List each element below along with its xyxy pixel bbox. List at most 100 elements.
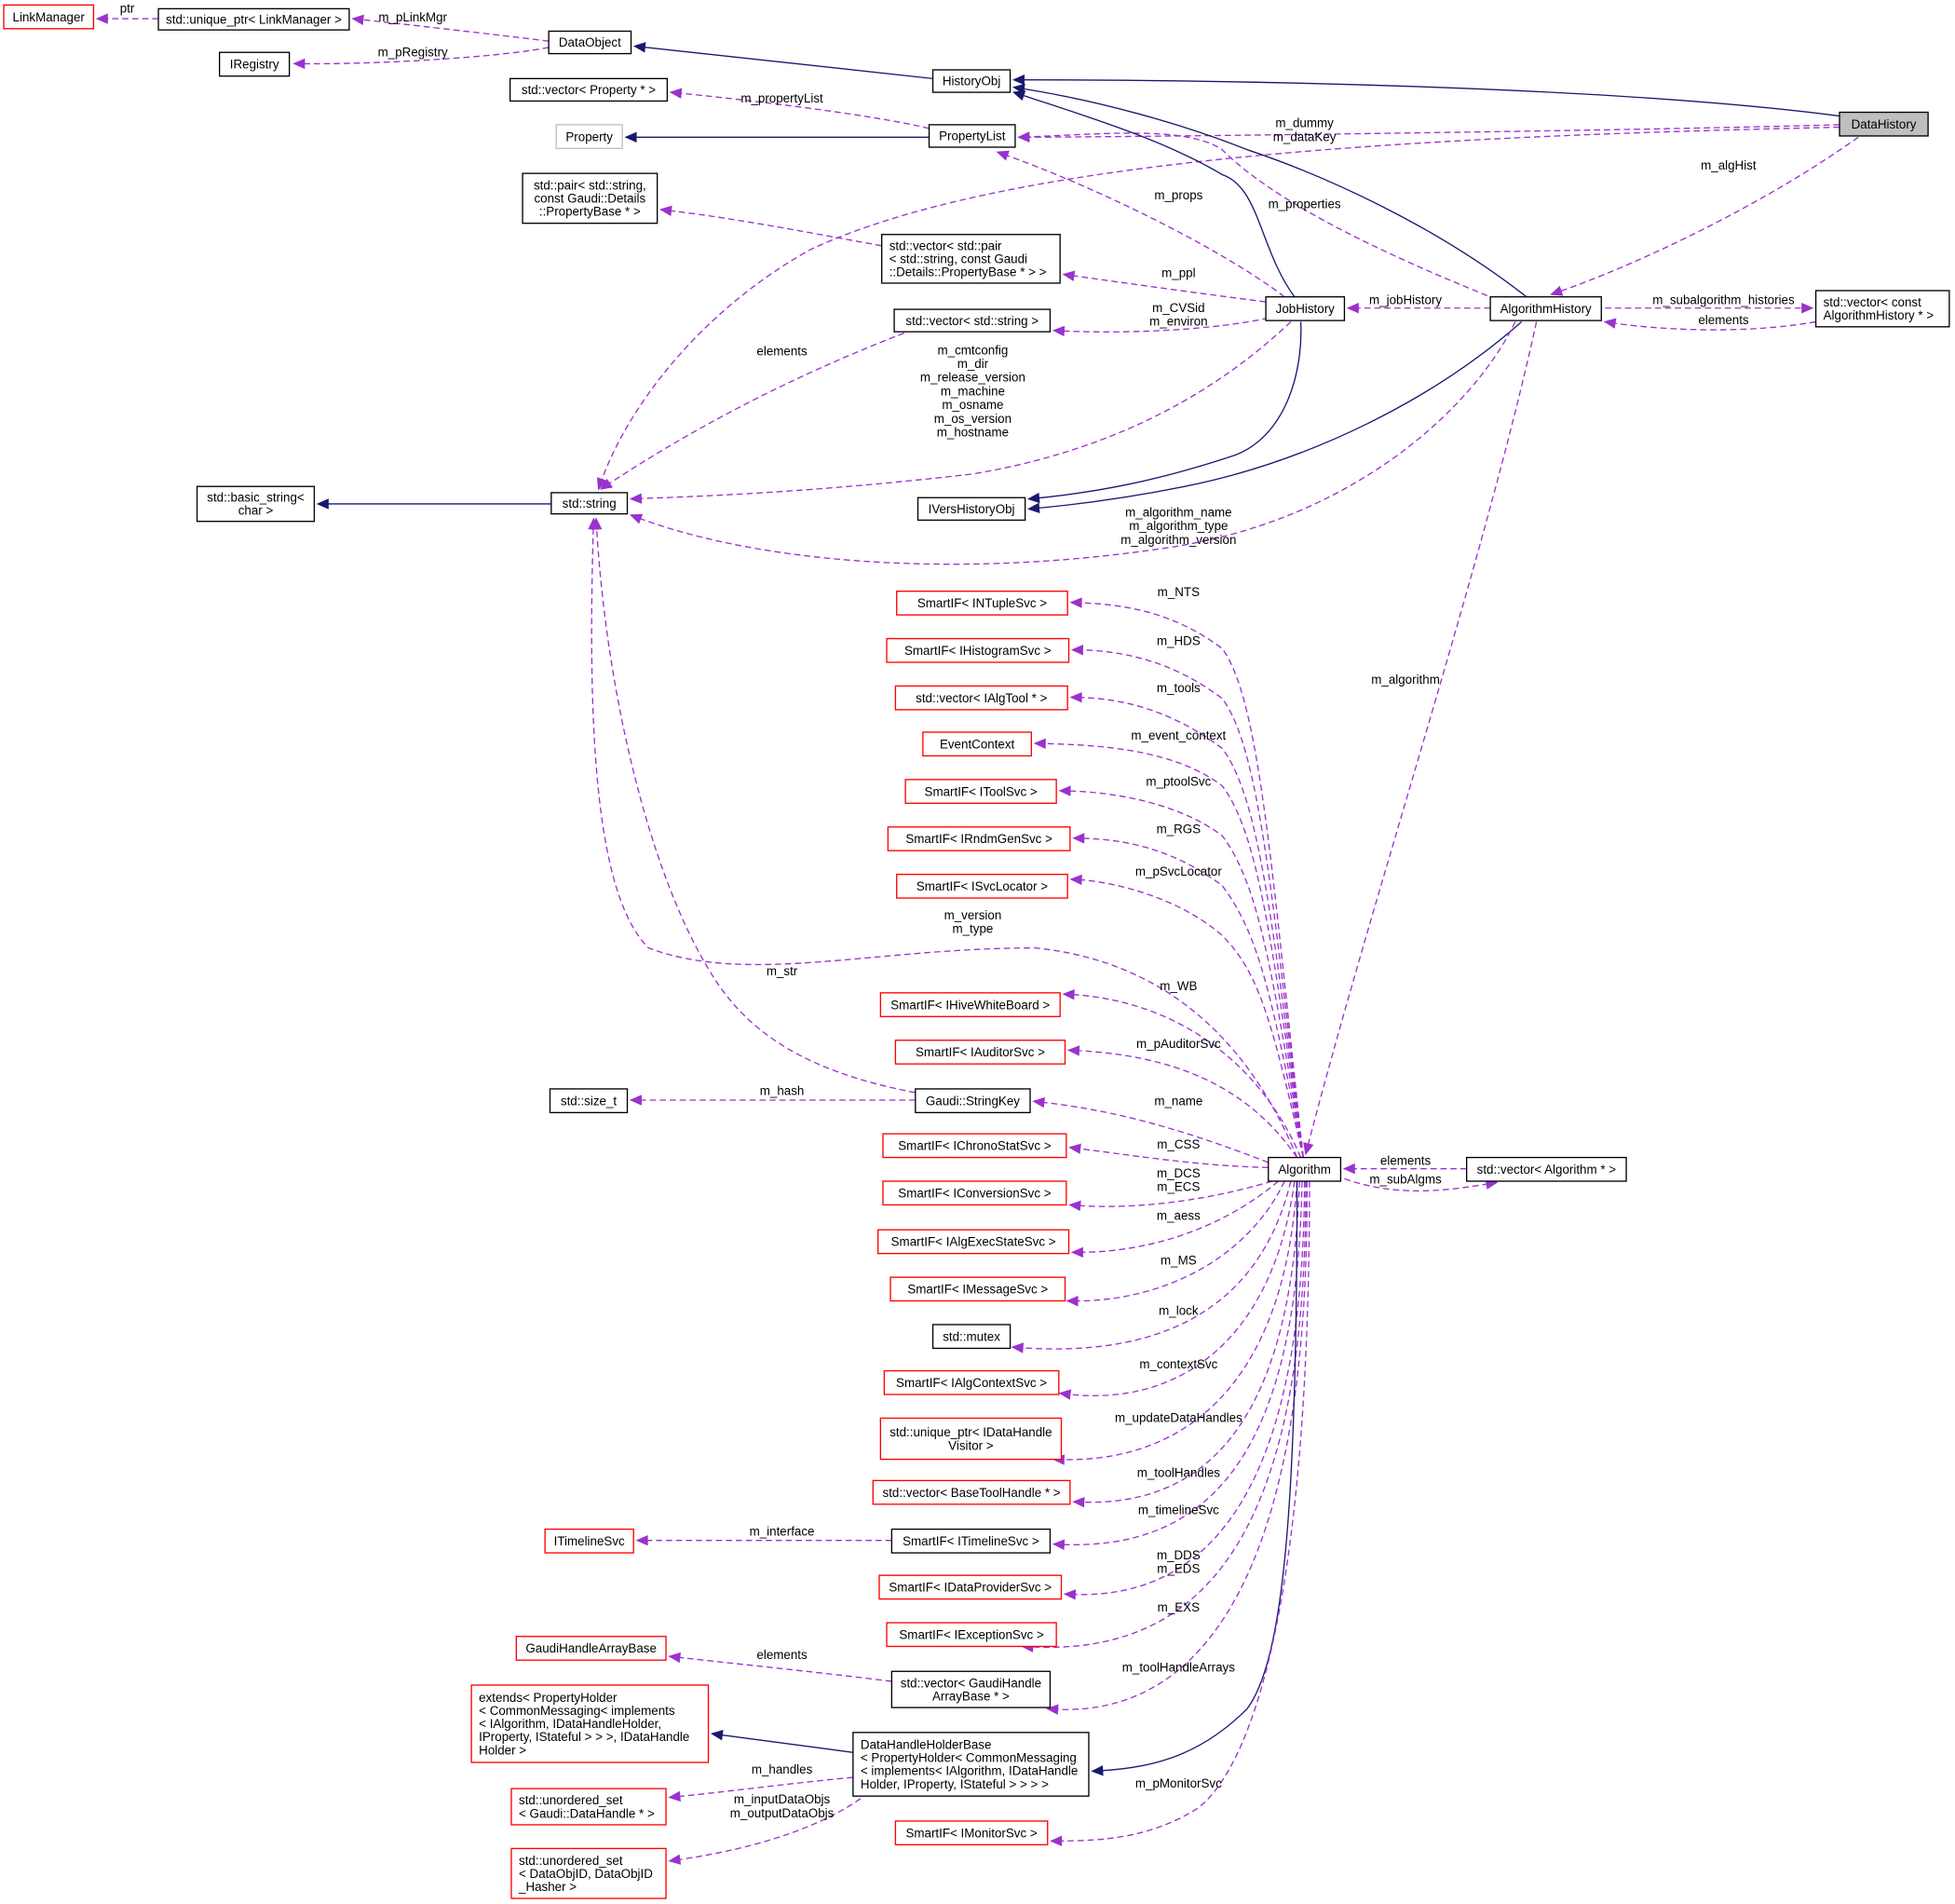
class-node-label: SmartIF< ITimelineSvc > [903, 1534, 1039, 1548]
edge-label-line: m_pAuditorSvc [1136, 1037, 1221, 1051]
class-node-vec-string[interactable]: std::vector< std::string > [893, 308, 1052, 333]
class-node-link-manager[interactable]: LinkManager [3, 4, 95, 30]
class-node-isvc-locator[interactable]: SmartIF< ISvcLocator > [896, 873, 1068, 899]
class-node-std-string[interactable]: std::string [550, 492, 629, 515]
class-node-vec-property[interactable]: std::vector< Property * > [509, 77, 669, 102]
class-node-data-history[interactable]: DataHistory [1839, 111, 1929, 137]
class-node-pair-string[interactable]: std::pair< std::string,const Gaudi::Deta… [522, 172, 658, 224]
inheritance-edge-extends-holder-57-arrowhead [710, 1730, 724, 1741]
class-node-ialg-exec-state-svc[interactable]: SmartIF< IAlgExecStateSvc > [876, 1229, 1070, 1255]
edge-label-line: m_environ [1149, 314, 1207, 328]
edge-label-line: m_tools [1157, 681, 1201, 695]
class-node-imessage-svc[interactable]: SmartIF< IMessageSvc > [889, 1276, 1066, 1302]
member-edge-algorithm-41-arrowhead [1342, 1163, 1355, 1175]
class-node-property-list[interactable]: PropertyList [928, 124, 1016, 148]
member-edge-itool-svc-31-arrowhead [1058, 785, 1071, 796]
class-node-label: SmartIF< ISvcLocator > [916, 879, 1048, 893]
member-edge-vec-property-5-arrowhead [669, 88, 683, 99]
edge-label-elements-alghist: elements [1698, 313, 1749, 327]
class-node-data-handle-holder-base[interactable]: DataHandleHolderBase< PropertyHolder< Co… [852, 1732, 1090, 1797]
class-node-itimeline-svc[interactable]: SmartIF< ITimelineSvc > [890, 1528, 1052, 1554]
class-node-label: AlgorithmHistory [1500, 302, 1592, 316]
member-edge-iauditor-svc-37-arrowhead [1066, 1045, 1080, 1056]
class-node-vec-alg-hist[interactable]: std::vector< constAlgorithmHistory * > [1814, 290, 1950, 328]
class-node-vec-gaudi-handle[interactable]: std::vector< GaudiHandleArrayBase * > [890, 1670, 1052, 1708]
edge-label-m-ms: m_MS [1161, 1254, 1197, 1268]
member-edge-algorithm-history-19-arrowhead [1603, 318, 1617, 329]
class-node-data-object[interactable]: DataObject [548, 30, 632, 55]
class-node-vec-algorithm[interactable]: std::vector< Algorithm * > [1465, 1156, 1627, 1182]
class-node-label: std::vector< std::string > [905, 314, 1039, 328]
class-node-event-context[interactable]: EventContext [922, 731, 1033, 757]
class-node-basic-string[interactable]: std::basic_string<char > [196, 485, 316, 523]
edge-label-line: m_NTS [1158, 585, 1200, 599]
member-edge-idata-provider-svc-52 [1065, 1181, 1306, 1596]
class-node-vec-pair[interactable]: std::vector< std::pair< std::string, con… [881, 234, 1061, 284]
member-edge-algorithm-history-9-arrowhead [1550, 285, 1564, 296]
class-node-ivers-history-obj[interactable]: IVersHistoryObj [916, 496, 1026, 522]
edge-label-line: m_dummy [1275, 116, 1334, 130]
class-node-itimeline-svc-raw[interactable]: ITimelineSvc [544, 1528, 634, 1554]
edge-label-line: m_type [952, 922, 993, 936]
edge-label-m-rgs: m_RGS [1157, 822, 1202, 836]
class-node-intuple-svc[interactable]: SmartIF< INTupleSvc > [896, 591, 1068, 616]
class-node-job-history[interactable]: JobHistory [1265, 296, 1346, 321]
edge-label-line: elements [1698, 313, 1749, 327]
inheritance-edge-history-obj-4-arrowhead [1011, 74, 1025, 86]
member-edge-imonitor-svc-60-arrowhead [1050, 1835, 1063, 1847]
class-node-label: SmartIF< IRndmGenSvc > [905, 832, 1052, 846]
class-node-ialg-context-svc[interactable]: SmartIF< IAlgContextSvc > [883, 1369, 1060, 1395]
class-node-algorithm-history[interactable]: AlgorithmHistory [1489, 296, 1602, 321]
class-node-uset2[interactable]: std::unordered_set< DataObjID, DataObjID… [510, 1847, 667, 1899]
class-node-string-key[interactable]: Gaudi::StringKey [915, 1088, 1031, 1114]
member-edge-vec-base-tool-handle-49 [1073, 1181, 1300, 1503]
edge-label-m-job-history: m_jobHistory [1369, 293, 1442, 307]
class-node-label: < PropertyHolder< CommonMessaging [861, 1751, 1077, 1765]
class-node-idata-provider-svc[interactable]: SmartIF< IDataProviderSvc > [878, 1574, 1063, 1600]
edge-label-m-property-list: m_propertyList [740, 91, 823, 105]
edge-label-elements-vecstring: elements [756, 345, 808, 359]
edge-label-line: m_hash [760, 1084, 805, 1098]
class-node-size-t[interactable]: std::size_t [549, 1088, 629, 1114]
class-node-property[interactable]: Property [555, 124, 623, 150]
class-node-history-obj[interactable]: HistoryObj [931, 69, 1011, 93]
edge-label-line: m_subAlgms [1369, 1173, 1442, 1187]
edge-label-line: m_outputDataObjs [730, 1806, 835, 1820]
member-edge-pair-string-10 [660, 209, 882, 247]
class-node-uset1[interactable]: std::unordered_set< Gaudi::DataHandle * … [510, 1788, 667, 1826]
class-node-irndm-gen-svc[interactable]: SmartIF< IRndmGenSvc > [887, 826, 1071, 851]
edge-label-line: elements [756, 1648, 808, 1662]
class-node-label: std::pair< std::string, [534, 179, 646, 193]
class-node-imonitor-svc[interactable]: SmartIF< IMonitorSvc > [894, 1820, 1049, 1846]
member-edge-pair-string-10-arrowhead [659, 205, 672, 216]
member-edge-std-string-8 [598, 126, 1840, 490]
class-node-iconversion-svc[interactable]: SmartIF< IConversionSvc > [882, 1180, 1067, 1206]
class-node-ihistogram-svc[interactable]: SmartIF< IHistogramSvc > [886, 637, 1070, 663]
class-node-gaudi-handle-array-base[interactable]: GaudiHandleArrayBase [515, 1636, 667, 1661]
inheritance-edge-data-handle-holder-base-56-arrowhead [1091, 1765, 1104, 1776]
class-node-ihive-white-board[interactable]: SmartIF< IHiveWhiteBoard > [879, 992, 1061, 1017]
edge-label-m-update-data-handles: m_updateDataHandles [1115, 1410, 1242, 1424]
class-node-iexception-svc[interactable]: SmartIF< IExceptionSvc > [886, 1622, 1057, 1648]
class-node-extends-holder[interactable]: extends< PropertyHolder< CommonMessaging… [470, 1684, 710, 1763]
member-edge-iregistry-2-arrowhead [292, 58, 305, 70]
class-node-vec-ialg-tool[interactable]: std::vector< IAlgTool * > [894, 685, 1068, 711]
class-node-iauditor-svc[interactable]: SmartIF< IAuditorSvc > [894, 1040, 1066, 1065]
edge-label-line: m_name [1154, 1094, 1202, 1108]
class-node-mutex[interactable]: std::mutex [931, 1324, 1011, 1350]
class-node-iregistry[interactable]: IRegistry [218, 51, 291, 77]
class-node-uptr-visitor[interactable]: std::unique_ptr< IDataHandleVisitor > [879, 1417, 1063, 1461]
class-node-vec-base-tool-handle[interactable]: std::vector< BaseToolHandle * > [872, 1479, 1071, 1505]
member-edge-irndm-gen-svc-32 [1073, 837, 1304, 1158]
collaboration-diagram: ptr m_pLinkMgr m_pRegistry m_propertyList m_… [3, 1, 1950, 1899]
edge-label-line: m_ppl [1161, 265, 1195, 279]
class-node-ichrono-stat-svc[interactable]: SmartIF< IChronoStatSvc > [882, 1133, 1067, 1159]
class-node-itool-svc[interactable]: SmartIF< IToolSvc > [904, 779, 1057, 804]
class-node-label: SmartIF< IConversionSvc > [898, 1186, 1051, 1200]
class-node-algorithm[interactable]: Algorithm [1268, 1156, 1342, 1182]
class-node-uptr-link-manager[interactable]: std::unique_ptr< LinkManager > [157, 7, 350, 31]
member-edge-link-manager-0-arrowhead [95, 13, 108, 24]
class-node-label: std::unordered_set [519, 1854, 623, 1868]
edge-label-line: m_event_context [1131, 728, 1226, 742]
edge-label-line: m_algorithm_version [1120, 533, 1236, 547]
